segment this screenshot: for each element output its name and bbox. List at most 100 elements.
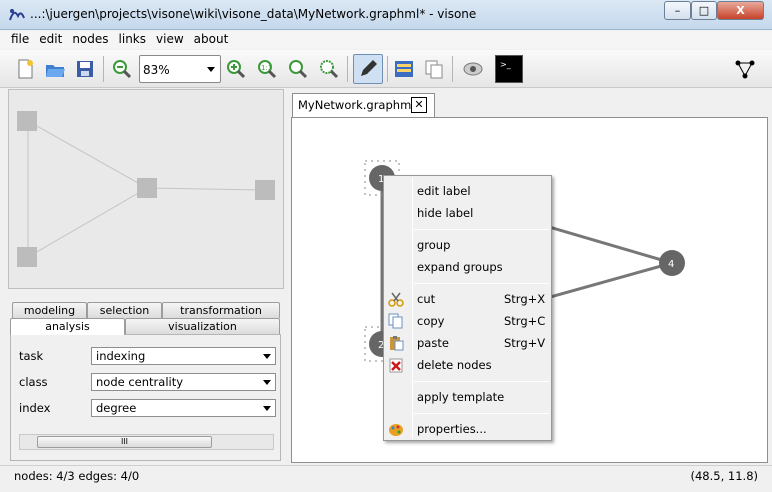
menu-item-label: edit label [417,184,471,198]
node-label: 4 [668,259,674,270]
menu-item-copy[interactable]: copy Strg+C [384,310,551,332]
index-select[interactable]: degree [91,399,276,417]
properties-icon [389,424,403,436]
overview-edge [146,187,266,191]
document-tab[interactable]: MyNetwork.graphml* ✕ [292,93,435,117]
svg-text:1:1: 1:1 [261,64,272,72]
svg-text:>_: >_ [500,60,512,69]
toolbar: 83% 1:1 >_ [0,50,772,88]
tab-selection[interactable]: selection [87,302,162,318]
chevron-down-icon [263,406,271,411]
class-select[interactable]: node centrality [91,373,276,391]
maximize-button[interactable]: □ [691,1,717,20]
index-label: index [19,401,51,415]
pane-splitter[interactable] [284,89,290,461]
close-icon[interactable]: ✕ [411,97,427,113]
eye-icon[interactable] [461,57,485,81]
menu-item-edit-label[interactable]: edit label [384,180,551,202]
graph-node[interactable]: 4 [659,250,685,276]
overview-node [17,111,37,131]
console-icon[interactable]: >_ [495,55,523,83]
window-title: ...:\juergen\projects\visone\wiki\visone… [30,7,477,21]
menu-nodes[interactable]: nodes [67,31,113,47]
overview-node [17,247,37,267]
scissors-icon [388,292,404,307]
menu-item-cut[interactable]: cut Strg+X [384,288,551,310]
title-bar: ...:\juergen\projects\visone\wiki\visone… [0,0,772,30]
close-button[interactable]: X [717,1,764,20]
class-label: class [19,375,48,389]
toolbar-separator [387,56,388,82]
toolbar-separator [452,56,453,82]
menu-item-delete-nodes[interactable]: delete nodes [384,354,551,376]
new-file-icon[interactable] [13,57,37,81]
chevron-down-icon [263,380,271,385]
menu-item-shortcut: Strg+X [504,292,546,306]
menu-item-paste[interactable]: paste Strg+V [384,332,551,354]
task-label: task [19,349,44,363]
tab-modeling[interactable]: modeling [12,302,87,318]
open-folder-icon[interactable] [43,57,67,81]
overview-graph [17,111,275,267]
menu-item-group[interactable]: group [384,234,551,256]
tab-transformation[interactable]: transformation [162,302,280,318]
menu-divider [414,413,549,414]
zoom-out-icon[interactable] [110,57,134,81]
menu-divider [414,381,549,382]
save-disk-icon[interactable] [73,57,97,81]
menu-item-label: apply template [417,390,505,404]
delete-icon [389,358,403,373]
status-counts: nodes: 4/3 edges: 4/0 [14,469,140,483]
tab-analysis[interactable]: analysis [10,318,125,335]
menu-edit[interactable]: edit [34,31,67,47]
zoom-fit-icon[interactable] [286,57,310,81]
properties-list-icon[interactable] [392,57,416,81]
overview-edge [27,120,148,189]
overview-node [137,178,157,198]
menu-item-label: expand groups [417,260,503,274]
menu-item-apply-template[interactable]: apply template [384,386,551,408]
status-coords: (48.5, 11.8) [690,469,759,483]
menu-about[interactable]: about [189,31,234,47]
overview-node [255,180,275,200]
class-value: node centrality [96,375,184,389]
menu-item-label: properties... [417,422,487,436]
menu-item-label: delete nodes [417,358,492,372]
menu-divider [414,283,549,284]
toolbar-separator [347,56,348,82]
visone-app-icon [9,9,25,21]
menu-item-hide-label[interactable]: hide label [384,202,551,224]
menu-file[interactable]: file [6,31,34,47]
analysis-panel: task indexing class node centrality inde… [10,334,281,461]
task-select[interactable]: indexing [91,347,276,365]
status-bar: nodes: 4/3 edges: 4/0 (48.5, 11.8) [0,465,772,487]
menu-bar: file edit nodes links view about [0,31,772,49]
menu-view[interactable]: view [151,31,189,47]
minimize-button[interactable]: – [664,1,691,20]
overview-edge [27,187,148,258]
document-tab-label: MyNetwork.graphml* [298,98,421,112]
menu-item-label: cut [417,292,436,306]
zoom-in-icon[interactable] [224,57,248,81]
network-triangle-icon[interactable] [733,57,757,81]
zoom-combo[interactable]: 83% [139,55,221,83]
menu-item-shortcut: Strg+V [504,336,546,350]
horizontal-scrollbar[interactable]: III [19,434,274,450]
chevron-down-icon [207,67,215,72]
menu-links[interactable]: links [114,31,151,47]
zoom-actual-icon[interactable]: 1:1 [255,57,279,81]
context-menu: edit label hide label group expand group… [383,175,552,441]
copy-template-icon[interactable] [422,57,446,81]
pen-edit-icon[interactable] [353,54,383,84]
menu-item-expand-groups[interactable]: expand groups [384,256,551,278]
zoom-value: 83% [143,63,170,77]
tab-visualization[interactable]: visualization [125,318,280,334]
menu-item-label: group [417,238,451,252]
menu-item-shortcut: Strg+C [504,314,546,328]
zoom-selection-icon[interactable] [317,57,341,81]
menu-item-properties[interactable]: properties... [384,418,551,440]
menu-item-label: copy [417,314,445,328]
scrollbar-thumb[interactable]: III [37,436,212,448]
menu-item-label: hide label [417,206,474,220]
overview-panel[interactable] [8,89,284,289]
